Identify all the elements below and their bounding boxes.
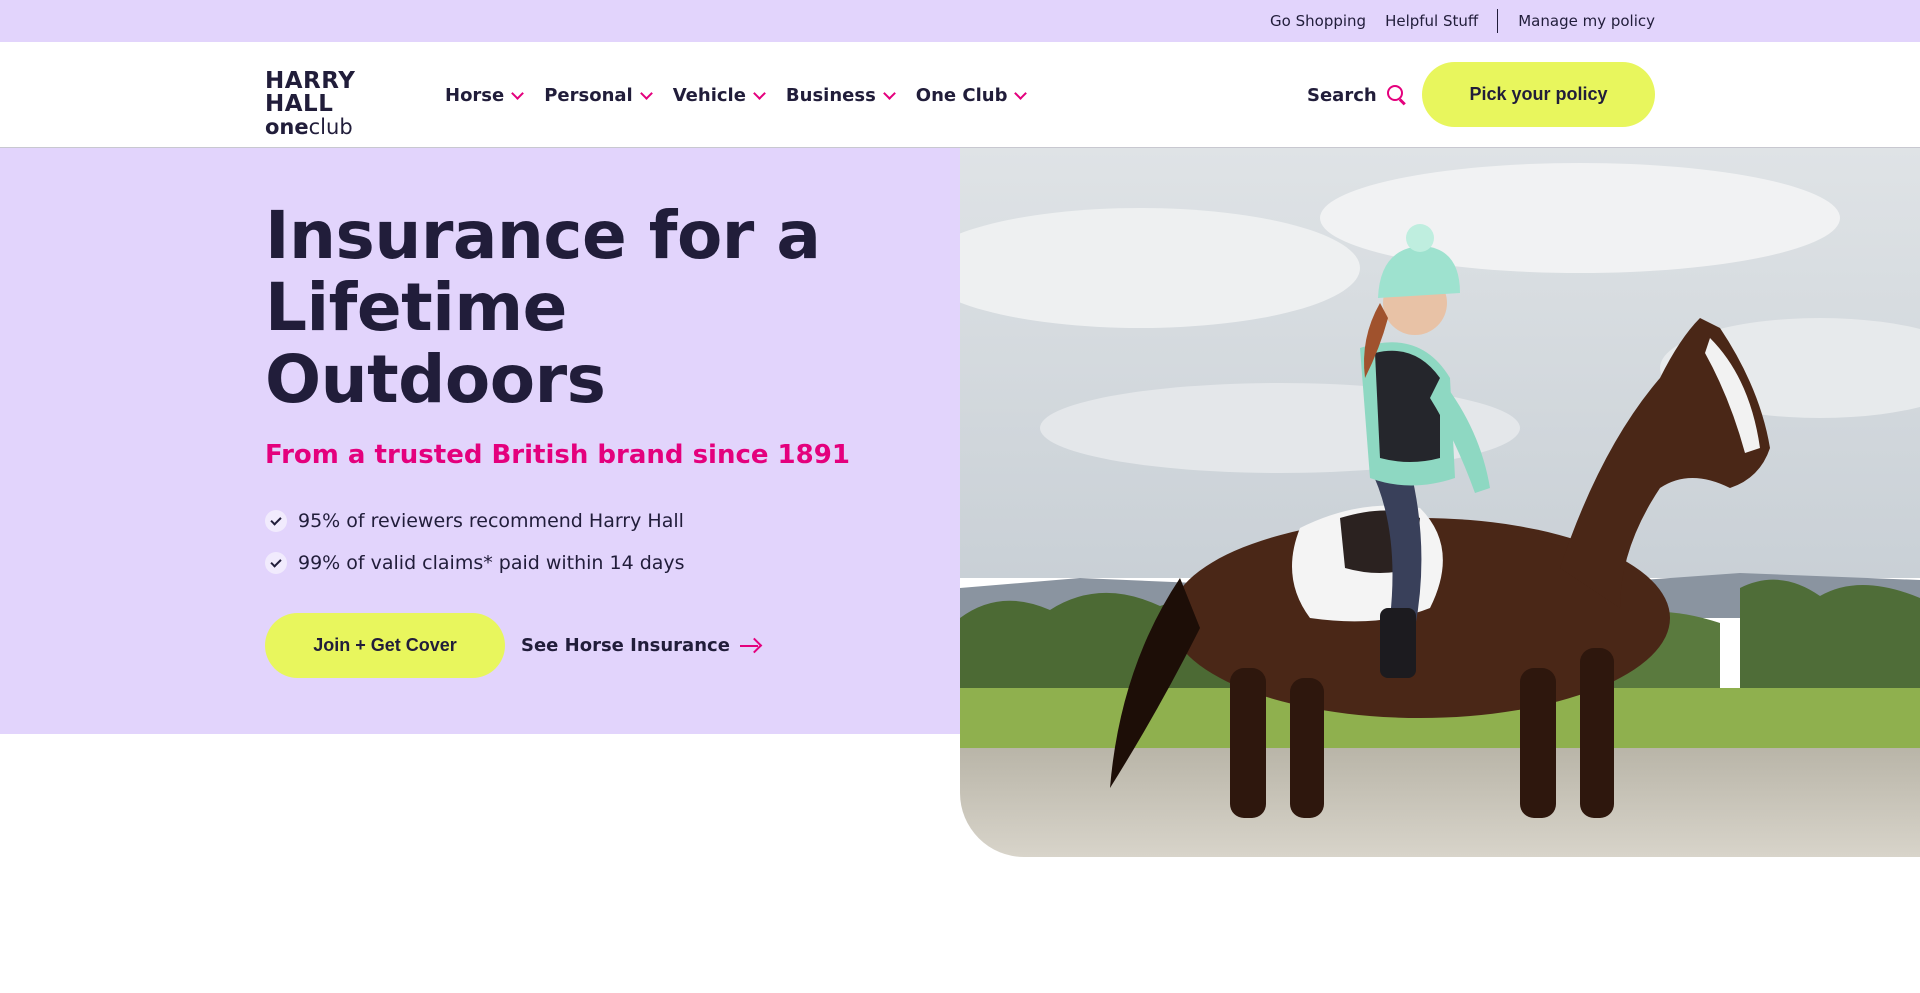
see-horse-insurance-label: See Horse Insurance <box>521 635 730 656</box>
logo-wordmark-bottom: oneclub <box>265 115 353 139</box>
utility-bar: Go Shopping Helpful Stuff Manage my poli… <box>0 0 1920 42</box>
chevron-down-icon <box>1014 87 1028 100</box>
hero-title-line-2: Lifetime <box>265 269 567 346</box>
search-label: Search <box>1307 84 1377 106</box>
arrow-right-icon <box>739 638 762 654</box>
join-get-cover-button[interactable]: Join + Get Cover <box>265 613 505 678</box>
helpful-stuff-link[interactable]: Helpful Stuff <box>1385 12 1478 30</box>
benefit-text: 95% of reviewers recommend Harry Hall <box>298 510 684 532</box>
site-header: HARRY HALL oneclub Horse Personal Vehicl… <box>0 42 1920 148</box>
logo-wordmark-top: HARRY HALL <box>265 68 356 117</box>
hero-title: Insurance for a Lifetime Outdoors <box>265 200 905 416</box>
chevron-down-icon <box>639 87 653 100</box>
search-button[interactable]: Search <box>1307 42 1407 148</box>
chevron-down-icon <box>882 87 896 100</box>
check-icon <box>265 552 287 574</box>
nav-item-label: One Club <box>915 84 1008 106</box>
benefit-item: 99% of valid claims* paid within 14 days <box>265 542 685 584</box>
main-nav: Horse Personal Vehicle Business One Club <box>445 42 1047 148</box>
utility-links: Go Shopping Helpful Stuff Manage my poli… <box>1270 0 1655 42</box>
check-icon <box>265 510 287 532</box>
pick-your-policy-button[interactable]: Pick your policy <box>1422 62 1655 127</box>
hero-subtitle: From a trusted British brand since 1891 <box>265 440 850 470</box>
manage-policy-link[interactable]: Manage my policy <box>1518 12 1655 30</box>
see-horse-insurance-link[interactable]: See Horse Insurance <box>521 613 762 678</box>
hero-title-line-1: Insurance for a <box>265 197 821 274</box>
nav-item-label: Personal <box>544 84 633 106</box>
search-icon <box>1386 85 1407 105</box>
benefit-text: 99% of valid claims* paid within 14 days <box>298 552 685 574</box>
nav-item-horse[interactable]: Horse <box>445 84 525 106</box>
chevron-down-icon <box>511 87 525 100</box>
chevron-down-icon <box>753 87 766 100</box>
nav-item-personal[interactable]: Personal <box>544 84 653 106</box>
nav-item-business[interactable]: Business <box>785 84 896 106</box>
hero-title-line-3: Outdoors <box>265 341 606 418</box>
nav-item-vehicle[interactable]: Vehicle <box>672 84 766 106</box>
hero-image-horse-rider <box>960 148 1920 857</box>
utility-divider <box>1497 9 1499 33</box>
hero-benefits-list: 95% of reviewers recommend Harry Hall 99… <box>265 500 685 584</box>
nav-item-label: Vehicle <box>672 84 746 106</box>
benefit-item: 95% of reviewers recommend Harry Hall <box>265 500 685 542</box>
nav-item-label: Business <box>785 84 876 106</box>
go-shopping-link[interactable]: Go Shopping <box>1270 12 1366 30</box>
harry-hall-oneclub-logo[interactable]: HARRY HALL oneclub <box>265 70 425 138</box>
nav-item-one-club[interactable]: One Club <box>915 84 1028 106</box>
nav-item-label: Horse <box>445 84 505 106</box>
